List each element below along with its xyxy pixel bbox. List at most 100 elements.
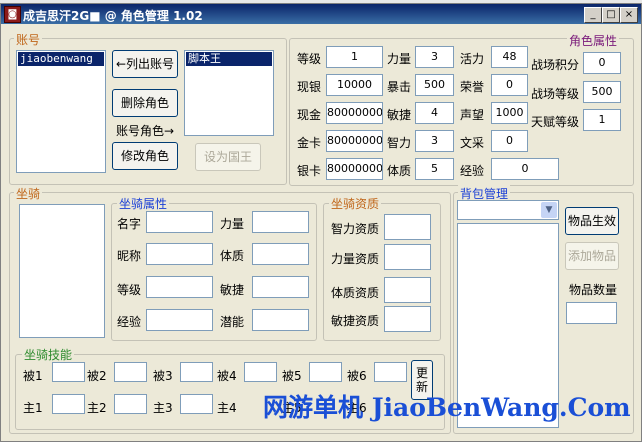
mount-level-input[interactable] bbox=[146, 276, 213, 298]
honor-label: 荣誉 bbox=[460, 80, 485, 94]
mount-nickname-input[interactable] bbox=[146, 243, 213, 265]
silver-card-label: 银卡 bbox=[297, 164, 322, 178]
app-icon: ◙ bbox=[4, 6, 21, 23]
item-quantity-input[interactable] bbox=[566, 302, 617, 324]
int-aptitude-label: 智力资质 bbox=[331, 222, 380, 236]
mount-constitution-input[interactable] bbox=[252, 243, 309, 265]
silver-input[interactable]: 10000 bbox=[326, 74, 383, 96]
literary-input[interactable]: 0 bbox=[491, 130, 528, 152]
role-attributes-label: 角色属性 bbox=[567, 32, 620, 49]
minimize-button[interactable]: _ bbox=[584, 7, 602, 23]
talent-level-input[interactable]: 1 bbox=[583, 109, 621, 131]
role-list-item[interactable]: 脚本王 bbox=[186, 52, 272, 66]
constitution-input[interactable]: 5 bbox=[415, 158, 454, 180]
mount-agility-input[interactable] bbox=[252, 276, 309, 298]
passive-skill-2-input[interactable] bbox=[114, 362, 147, 382]
window-title: 成吉思汗2G■ @ 角色管理 1.02 bbox=[23, 9, 203, 23]
experience-input[interactable]: 0 bbox=[491, 158, 559, 180]
vitality-input[interactable]: 48 bbox=[491, 46, 528, 68]
list-accounts-button[interactable]: ←列出账号 bbox=[112, 50, 178, 78]
item-quantity-label: 物品数量 bbox=[569, 283, 618, 297]
active-skill-1-label: 主1 bbox=[23, 401, 43, 415]
active-skill-3-input[interactable] bbox=[180, 394, 213, 414]
honor-input[interactable]: 0 bbox=[491, 74, 528, 96]
crit-label: 暴击 bbox=[387, 80, 412, 94]
silver-label: 现银 bbox=[297, 80, 322, 94]
account-role-label: 账号角色→ bbox=[116, 124, 175, 138]
passive-skill-6-input[interactable] bbox=[374, 362, 407, 382]
account-list[interactable]: jiaobenwang bbox=[16, 50, 106, 173]
vitality-label: 活力 bbox=[460, 52, 485, 66]
literary-label: 文采 bbox=[460, 136, 485, 150]
level-label: 等级 bbox=[297, 52, 322, 66]
con-aptitude-input[interactable] bbox=[384, 277, 431, 303]
maximize-button[interactable]: □ bbox=[602, 7, 620, 23]
passive-skill-4-input[interactable] bbox=[244, 362, 277, 382]
modify-role-button[interactable]: 修改角色 bbox=[112, 142, 178, 170]
passive-skill-1-label: 被1 bbox=[23, 369, 43, 383]
mount-constitution-label: 体质 bbox=[220, 249, 245, 263]
passive-skill-1-input[interactable] bbox=[52, 362, 85, 382]
mount-name-input[interactable] bbox=[146, 211, 213, 233]
mount-potential-input[interactable] bbox=[252, 309, 309, 331]
mount-nickname-label: 昵称 bbox=[117, 249, 142, 263]
agi-aptitude-label: 敏捷资质 bbox=[331, 314, 380, 328]
agility-label: 敏捷 bbox=[387, 108, 412, 122]
active-skill-2-input[interactable] bbox=[114, 394, 147, 414]
prestige-input[interactable]: 1000 bbox=[491, 102, 528, 124]
title-bar: ◙ 成吉思汗2G■ @ 角色管理 1.02 _ □ × bbox=[1, 4, 641, 24]
level-input[interactable]: 1 bbox=[326, 46, 383, 68]
mount-level-label: 等级 bbox=[117, 283, 142, 297]
battle-points-input[interactable]: 0 bbox=[583, 52, 621, 74]
strength-label: 力量 bbox=[387, 52, 412, 66]
gold-card-input[interactable]: 800000000 bbox=[326, 130, 383, 152]
int-aptitude-input[interactable] bbox=[384, 214, 431, 240]
mount-exp-input[interactable] bbox=[146, 309, 213, 331]
close-button[interactable]: × bbox=[620, 7, 638, 23]
passive-skill-5-input[interactable] bbox=[309, 362, 342, 382]
mount-group-label: 坐骑 bbox=[14, 185, 43, 202]
intellect-input[interactable]: 3 bbox=[415, 130, 454, 152]
silver-card-input[interactable]: 800000000 bbox=[326, 158, 383, 180]
talent-level-label: 天赋等级 bbox=[531, 115, 580, 129]
chevron-down-icon[interactable]: ▼ bbox=[541, 202, 557, 218]
mount-agility-label: 敏捷 bbox=[220, 283, 245, 297]
str-aptitude-input[interactable] bbox=[384, 244, 431, 270]
passive-skill-2-label: 被2 bbox=[87, 369, 107, 383]
active-skill-2-label: 主2 bbox=[87, 401, 107, 415]
intellect-label: 智力 bbox=[387, 136, 412, 150]
passive-skill-5-label: 被5 bbox=[282, 369, 302, 383]
mount-list[interactable] bbox=[19, 204, 105, 338]
prestige-label: 声望 bbox=[460, 108, 485, 122]
role-list[interactable]: 脚本王 bbox=[184, 50, 274, 136]
agi-aptitude-input[interactable] bbox=[384, 306, 431, 332]
str-aptitude-label: 力量资质 bbox=[331, 252, 380, 266]
passive-skill-3-input[interactable] bbox=[180, 362, 213, 382]
passive-skill-6-label: 被6 bbox=[347, 369, 367, 383]
watermark-text: 网游单机 JiaoBenWang.Com bbox=[263, 393, 631, 422]
strength-input[interactable]: 3 bbox=[415, 46, 454, 68]
bag-item-select[interactable]: ▼ bbox=[457, 200, 559, 220]
generate-item-button[interactable]: 物品生效 bbox=[565, 207, 619, 235]
experience-label: 经验 bbox=[460, 164, 485, 178]
mount-aptitude-label: 坐骑资质 bbox=[329, 195, 382, 212]
crit-input[interactable]: 500 bbox=[415, 74, 454, 96]
battle-level-label: 战场等级 bbox=[531, 87, 580, 101]
battle-points-label: 战场积分 bbox=[531, 58, 580, 72]
cash-input[interactable]: 800000000 bbox=[326, 102, 383, 124]
add-item-button[interactable]: 添加物品 bbox=[565, 242, 619, 270]
active-skill-3-label: 主3 bbox=[153, 401, 173, 415]
constitution-label: 体质 bbox=[387, 164, 412, 178]
passive-skill-4-label: 被4 bbox=[217, 369, 237, 383]
mount-strength-input[interactable] bbox=[252, 211, 309, 233]
gold-card-label: 金卡 bbox=[297, 136, 322, 150]
battle-level-input[interactable]: 500 bbox=[583, 81, 621, 103]
mount-potential-label: 潜能 bbox=[220, 315, 245, 329]
set-king-button[interactable]: 设为国王 bbox=[195, 143, 261, 171]
active-skill-1-input[interactable] bbox=[52, 394, 85, 414]
mount-name-label: 名字 bbox=[117, 217, 142, 231]
agility-input[interactable]: 4 bbox=[415, 102, 454, 124]
account-list-item[interactable]: jiaobenwang bbox=[18, 52, 104, 66]
mount-strength-label: 力量 bbox=[220, 217, 245, 231]
delete-role-button[interactable]: 删除角色 bbox=[112, 89, 178, 117]
